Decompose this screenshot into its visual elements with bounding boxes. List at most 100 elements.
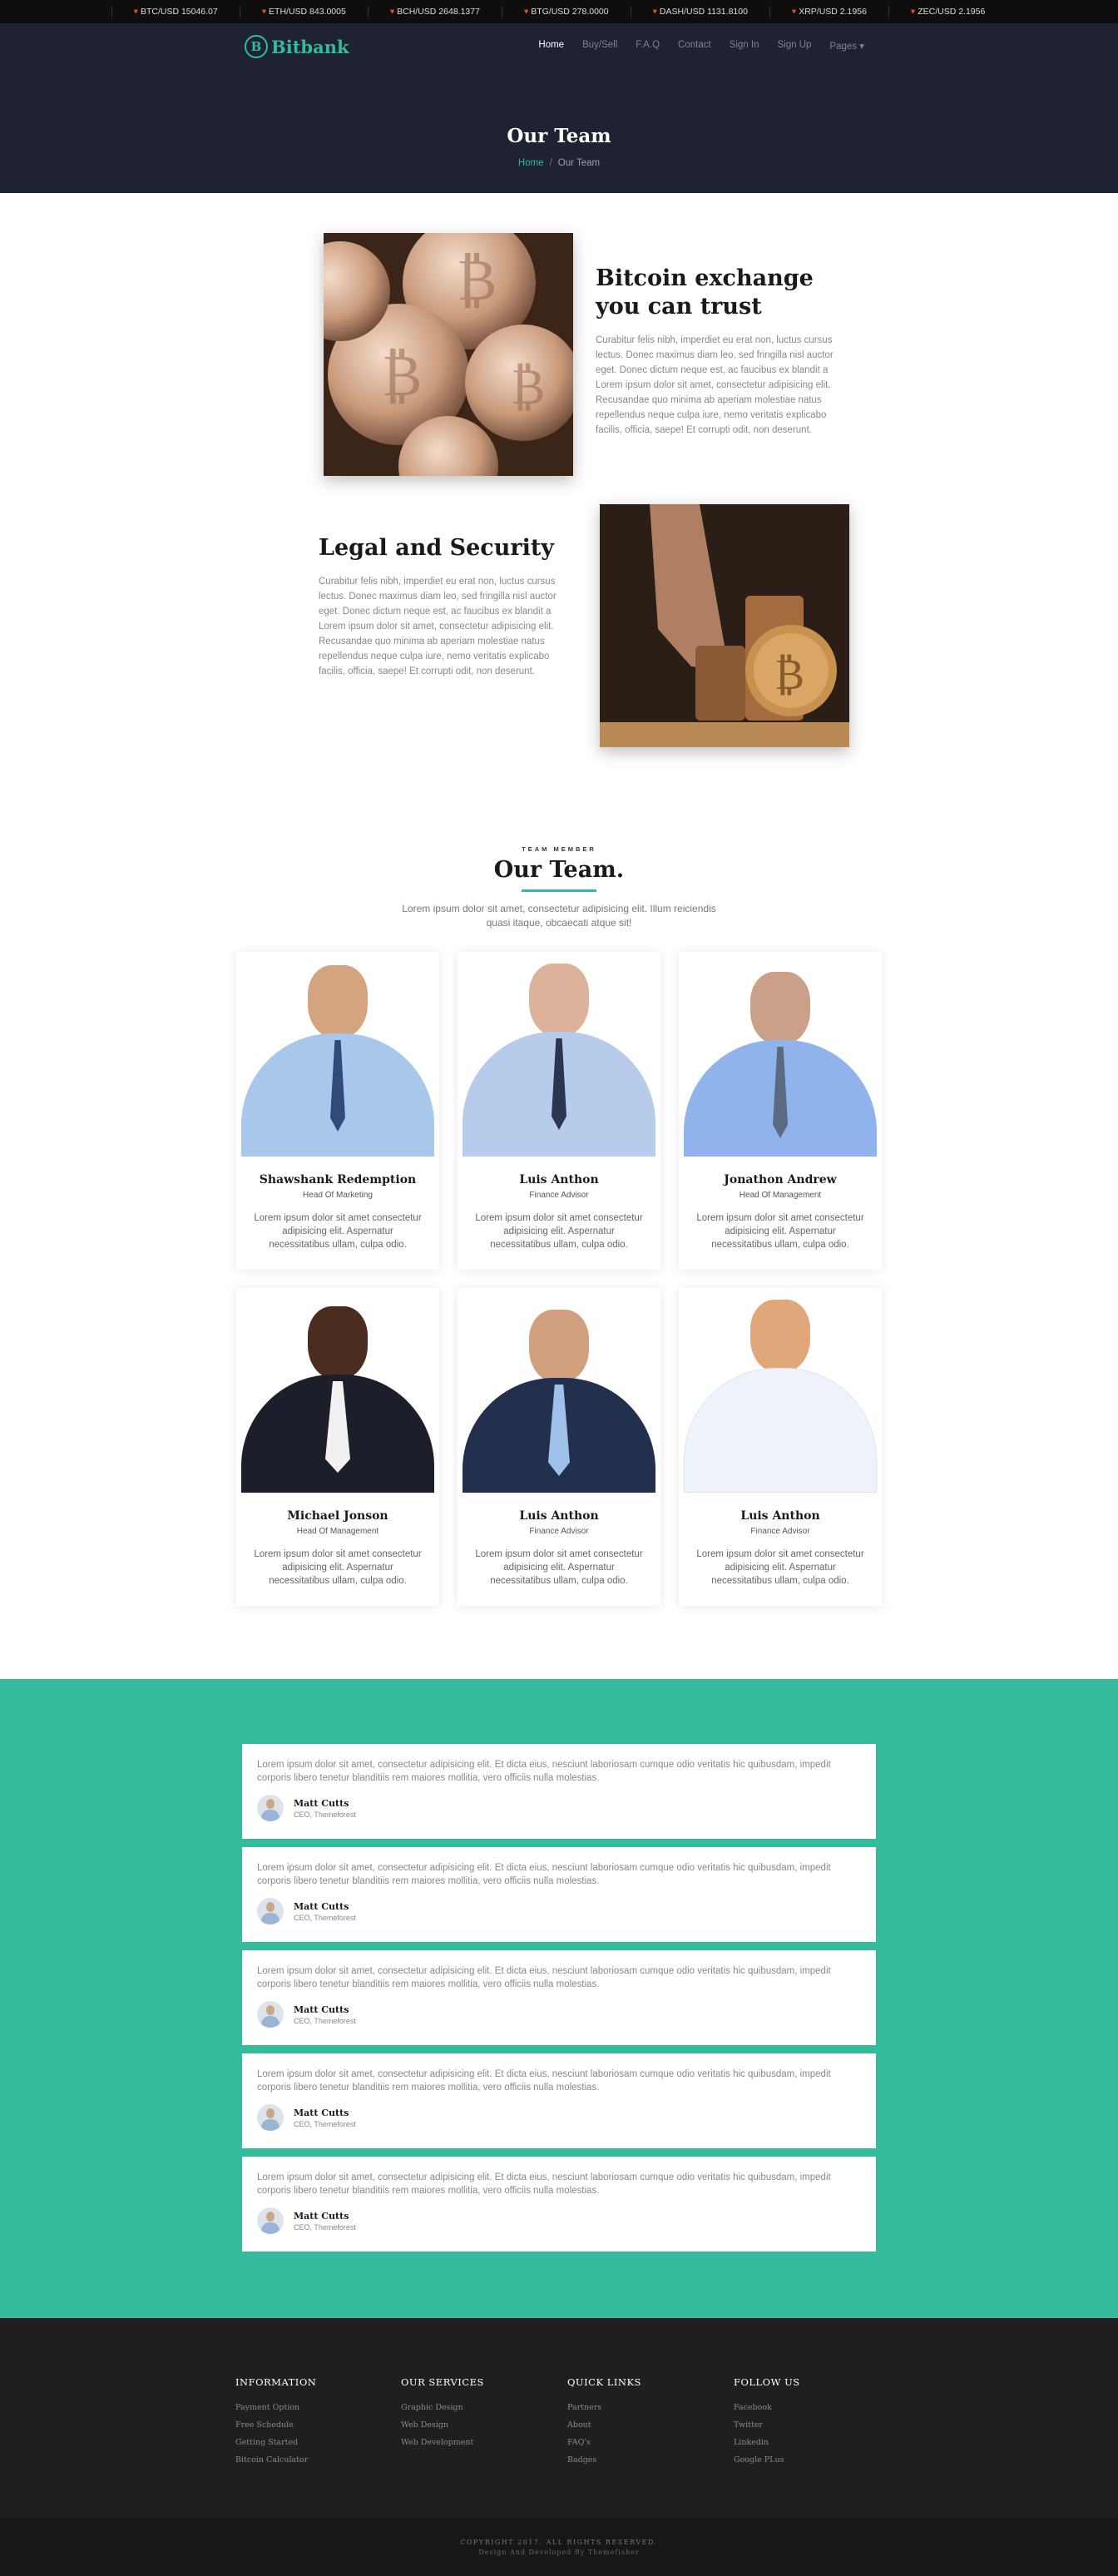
svg-text:₿: ₿ xyxy=(511,358,545,416)
footer-link[interactable]: Badges xyxy=(567,2455,641,2465)
member-desc: Lorem ipsum dolor sit amet consectetur a… xyxy=(254,1549,422,1586)
svg-text:₿: ₿ xyxy=(774,650,804,700)
footer-link-twitter[interactable]: Twitter xyxy=(734,2420,800,2430)
team-card: Jonathon Andrew Head Of Management Lorem… xyxy=(679,952,882,1270)
team-section-header: TEAM MEMBER Our Team. Lorem ipsum dolor … xyxy=(0,845,1118,930)
person-silhouette xyxy=(684,972,877,1157)
svg-text:₿: ₿ xyxy=(382,341,422,409)
footer-column-services: OUR SERVICES Graphic Design Web Design W… xyxy=(401,2376,484,2455)
footer-link[interactable]: Graphic Design xyxy=(401,2403,484,2412)
nav-buy-sell[interactable]: Buy/Sell xyxy=(582,40,617,52)
footer-column-follow-us: FOLLOW US Facebook Twitter Linkedin Goog… xyxy=(734,2376,800,2473)
nav-sign-in[interactable]: Sign In xyxy=(730,40,759,52)
breadcrumb-home[interactable]: Home xyxy=(518,158,544,168)
footer-link[interactable]: Free Schedule xyxy=(235,2420,316,2430)
feature-text: Curabitur felis nibh, imperdiet eu erat … xyxy=(596,335,834,435)
author-name: Matt Cutts xyxy=(294,1797,349,1809)
member-desc: Lorem ipsum dolor sit amet consectetur a… xyxy=(696,1549,864,1586)
copyright-bar: COPYRIGHT 2017. ALL RIGHTS RESERVED. Des… xyxy=(0,2518,1118,2576)
member-desc: Lorem ipsum dolor sit amet consectetur a… xyxy=(254,1213,422,1250)
member-photo xyxy=(236,952,439,1157)
nav-contact[interactable]: Contact xyxy=(678,40,711,52)
author-role: CEO, Themeforest xyxy=(294,1810,356,1819)
footer-column-title: INFORMATION xyxy=(235,2376,317,2388)
team-card: Luis Anthon Finance Advisor Lorem ipsum … xyxy=(679,1288,882,1606)
bitcoin-coins-image: ₿ ₿ ₿ xyxy=(324,233,573,476)
footer-link[interactable]: Payment Option xyxy=(235,2403,316,2412)
bitcoin-logo-icon: B xyxy=(245,35,268,58)
member-photo xyxy=(679,1288,882,1493)
site-footer: INFORMATION Payment Option Free Schedule… xyxy=(0,2318,1118,2518)
author-name: Matt Cutts xyxy=(294,2004,349,2015)
feature-title: Legal and Security xyxy=(319,535,554,561)
nav-pages[interactable]: Pages ▾ xyxy=(829,40,864,52)
member-role: Head Of Management xyxy=(296,1527,379,1536)
copyright-text: COPYRIGHT 2017. ALL RIGHTS RESERVED. xyxy=(460,2539,658,2546)
footer-link[interactable]: Partners xyxy=(567,2403,641,2412)
person-silhouette xyxy=(684,1300,877,1493)
member-name: Luis Anthon xyxy=(519,1509,599,1523)
feature-security: Legal and Security Curabitur felis nibh,… xyxy=(319,534,578,679)
testimonial-card: Lorem ipsum dolor sit amet, consectetur … xyxy=(242,1950,876,2045)
testimonial-quote: Lorem ipsum dolor sit amet, consectetur … xyxy=(257,2069,831,2093)
footer-link-google-plus[interactable]: Google PLus xyxy=(734,2455,800,2465)
feature-text: Curabitur felis nibh, imperdiet eu erat … xyxy=(319,577,557,676)
page-title: Our Team xyxy=(507,125,611,147)
arrow-down-icon: ▾ xyxy=(791,7,797,17)
member-photo xyxy=(679,952,882,1157)
nav-sign-up[interactable]: Sign Up xyxy=(777,40,811,52)
member-name: Shawshank Redemption xyxy=(259,1173,417,1186)
footer-column-title: OUR SERVICES xyxy=(401,2376,484,2388)
nav-home[interactable]: Home xyxy=(538,40,564,52)
footer-link[interactable]: Bitcoin Calculator xyxy=(235,2455,316,2465)
member-photo xyxy=(458,1288,660,1493)
footer-column-title: QUICK LINKS xyxy=(567,2376,641,2388)
person-silhouette xyxy=(241,1306,434,1493)
price-ticker: ▾ BTC/USD 15046.07 ▾ ETH/USD 843.0005 ▾ BCH… xyxy=(0,0,1118,23)
testimonial-quote: Lorem ipsum dolor sit amet, consectetur … xyxy=(257,1760,831,1783)
testimonial-quote: Lorem ipsum dolor sit amet, consectetur … xyxy=(257,1966,831,1989)
footer-link-facebook[interactable]: Facebook xyxy=(734,2403,800,2412)
nav-faq[interactable]: F.A.Q xyxy=(636,40,660,52)
footer-link[interactable]: FAQ's xyxy=(567,2438,641,2447)
breadcrumb: Home / Our Team xyxy=(0,158,1118,168)
author-name: Matt Cutts xyxy=(294,1900,349,1912)
member-role: Finance Advisor xyxy=(750,1527,810,1536)
footer-link[interactable]: About xyxy=(567,2420,641,2430)
ticker-item: ▾ BCH/USD 2648.1377 xyxy=(367,6,502,17)
member-role: Head Of Marketing xyxy=(303,1191,373,1200)
testimonial-author: Matt Cutts CEO, Themeforest xyxy=(257,1898,861,1925)
footer-link[interactable]: Getting Started xyxy=(235,2438,316,2447)
testimonial-card: Lorem ipsum dolor sit amet, consectetur … xyxy=(242,1847,876,1942)
feature-title: Bitcoin exchange you can trust xyxy=(596,265,814,320)
breadcrumb-separator: / xyxy=(549,158,552,168)
breadcrumb-current: Our Team xyxy=(557,158,601,168)
member-desc: Lorem ipsum dolor sit amet consectetur a… xyxy=(696,1213,864,1250)
brand-logo[interactable]: B Bitbank xyxy=(245,35,349,58)
author-name: Matt Cutts xyxy=(294,2107,349,2118)
person-silhouette xyxy=(463,1310,655,1493)
testimonial-author: Matt Cutts CEO, Themeforest xyxy=(257,2001,861,2028)
testimonial-author: Matt Cutts CEO, Themeforest xyxy=(257,2207,861,2234)
ticker-item: ▾ ZEC/USD 2.1956 xyxy=(888,6,1007,17)
testimonial-card: Lorem ipsum dolor sit amet, consectetur … xyxy=(242,2157,876,2252)
testimonial-author: Matt Cutts CEO, Themeforest xyxy=(257,1795,861,1821)
author-name: Matt Cutts xyxy=(294,2210,349,2222)
feature-exchange: Bitcoin exchange you can trust Curabitur… xyxy=(596,265,855,438)
caret-down-icon: ▾ xyxy=(859,42,864,52)
footer-link[interactable]: Web Design xyxy=(401,2420,484,2430)
footer-link[interactable]: Web Development xyxy=(401,2438,484,2447)
title-underline xyxy=(522,889,596,892)
member-role: Head Of Management xyxy=(739,1191,822,1200)
ticker-item: ▾ BTC/USD 15046.07 xyxy=(111,6,240,17)
footer-column-quick-links: QUICK LINKS Partners About FAQ's Badges xyxy=(567,2376,641,2473)
svg-text:₿: ₿ xyxy=(457,245,497,314)
arrow-down-icon: ▾ xyxy=(133,7,138,17)
avatar xyxy=(257,2104,284,2131)
footer-column-information: INFORMATION Payment Option Free Schedule… xyxy=(235,2376,316,2473)
team-card: Michael Jonson Head Of Management Lorem … xyxy=(236,1288,439,1606)
footer-link-linkedin[interactable]: Linkedin xyxy=(734,2438,800,2447)
arrow-down-icon: ▾ xyxy=(652,7,657,17)
member-name: Luis Anthon xyxy=(519,1173,599,1186)
arrow-down-icon: ▾ xyxy=(261,7,267,17)
